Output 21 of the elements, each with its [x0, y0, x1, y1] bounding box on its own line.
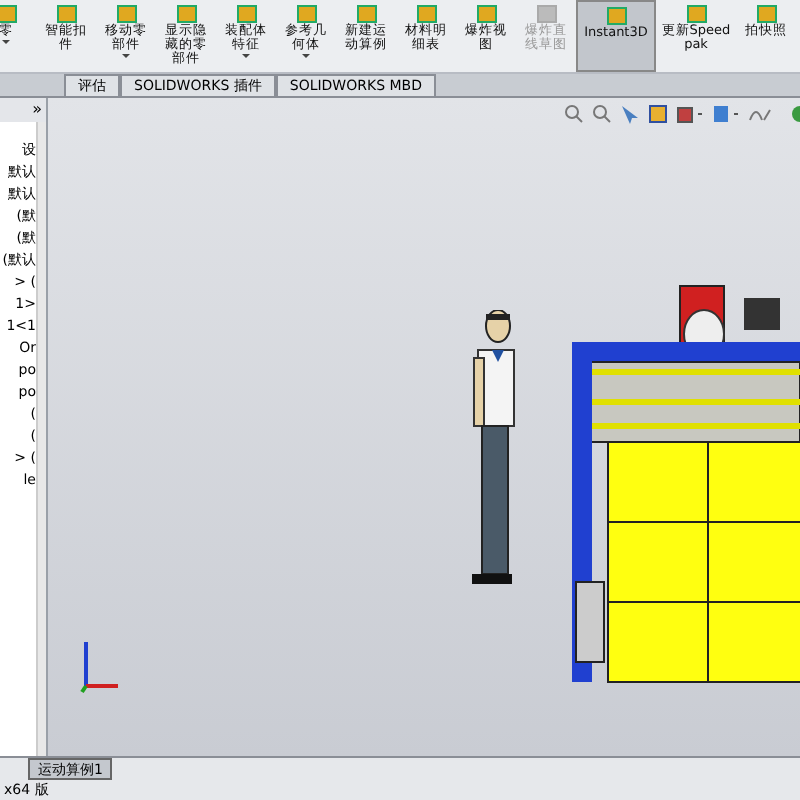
- tool-icon: [605, 4, 627, 26]
- tool-icon: [755, 2, 777, 24]
- zoom-icon[interactable]: [564, 104, 584, 124]
- tool-icon: [475, 2, 497, 24]
- tool-icon: [0, 2, 17, 24]
- caret-icon[interactable]: [242, 54, 250, 58]
- scrollbar[interactable]: [36, 122, 46, 756]
- tool-icon: [115, 2, 137, 24]
- view-toolbar[interactable]: [564, 104, 800, 124]
- tool-icon: [415, 2, 437, 24]
- tool-icon: [55, 2, 77, 24]
- tool-icon: [685, 2, 707, 24]
- tool-icon: [175, 2, 197, 24]
- zoom-area-icon[interactable]: [592, 104, 612, 124]
- caret-icon[interactable]: [122, 54, 130, 58]
- caret-icon[interactable]: [2, 40, 10, 44]
- pointer-icon[interactable]: [620, 104, 640, 124]
- tool-icon: [355, 2, 377, 24]
- tool-icon: [295, 2, 317, 24]
- caret-icon[interactable]: [302, 54, 310, 58]
- tool-icon: [235, 2, 257, 24]
